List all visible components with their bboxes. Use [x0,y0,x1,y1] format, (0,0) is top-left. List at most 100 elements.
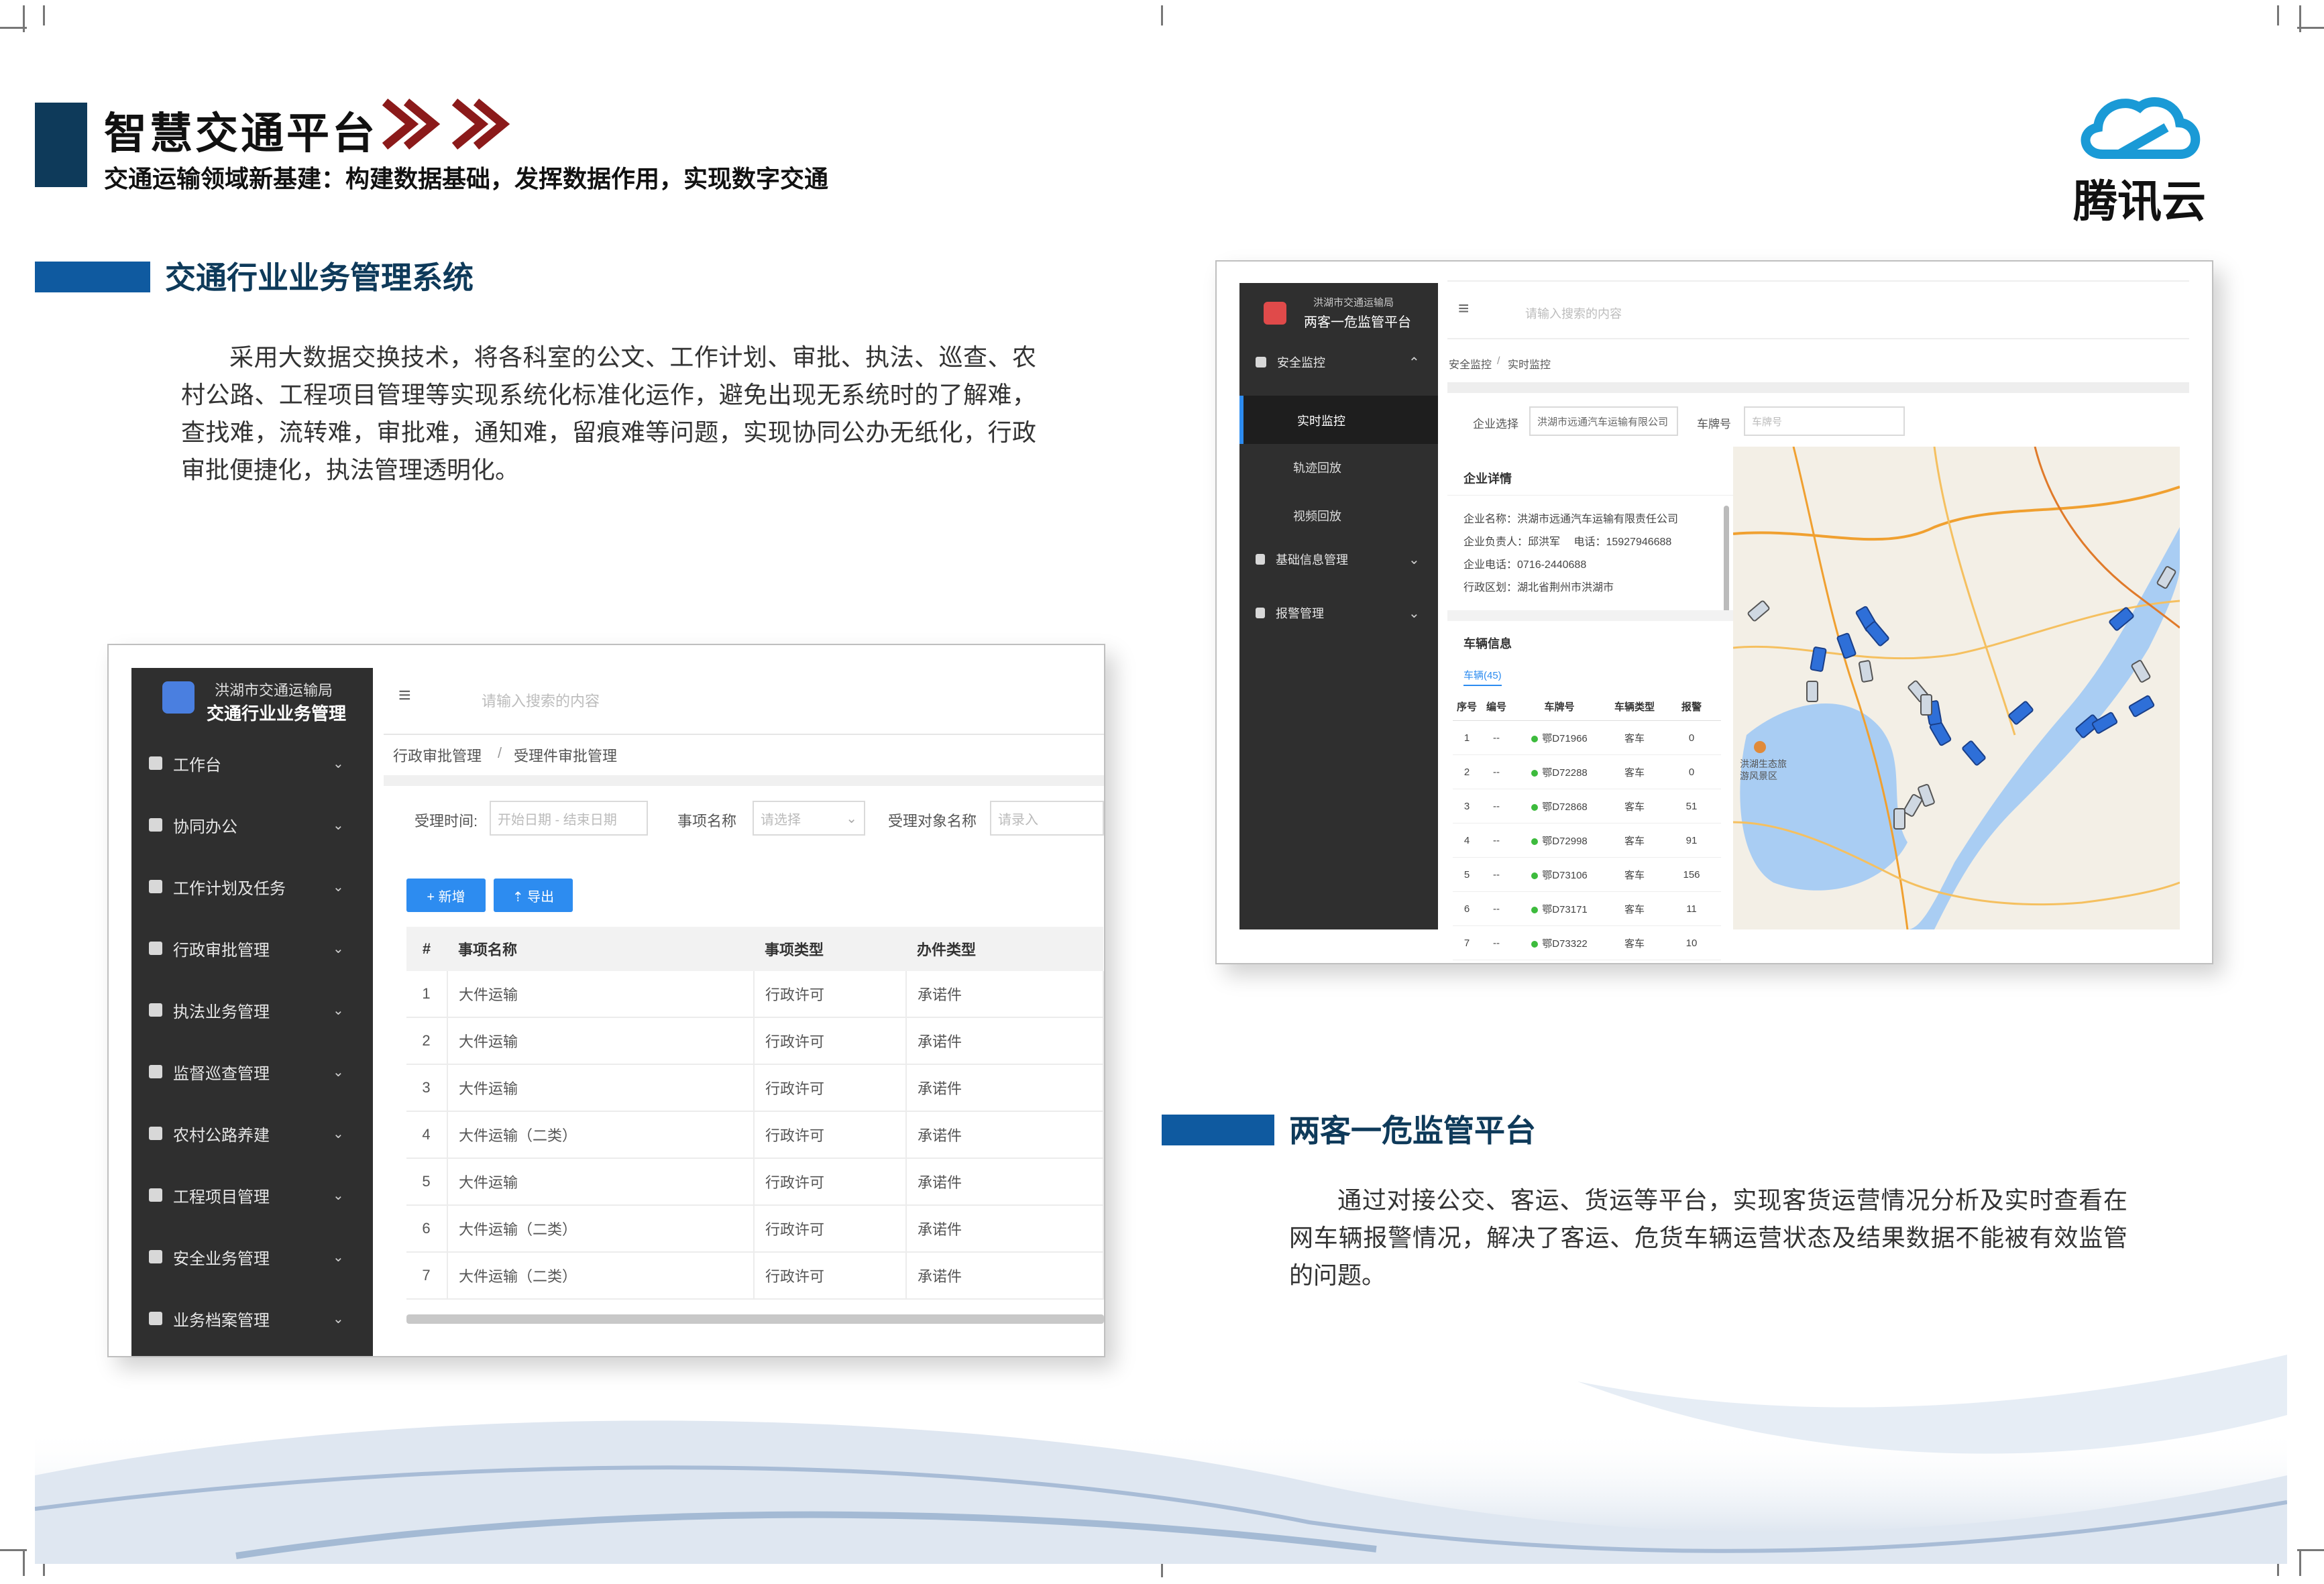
sidebar-item[interactable]: 工作计划及任务 ⌄ [131,866,373,907]
section-title-monitoring-platform: 两客一危监管平台 [1289,1113,1536,1148]
chevron-down-icon: ⌄ [333,1188,344,1203]
date-range-input[interactable]: 开始日期 - 结束日期 [490,801,648,836]
chevron-down-icon: ⌄ [333,756,344,771]
table-row[interactable]: 2 -- 鄂D72288 客车 0 [1453,754,1721,789]
target-input[interactable]: 请录入 [990,801,1104,836]
search-input[interactable]: 请输入搜索的内容 [482,689,600,711]
vertical-scrollbar[interactable] [1724,506,1729,616]
table-row[interactable]: 3 -- 鄂D72868 客车 51 [1453,789,1721,824]
table-cell: 鄂D72868 [1512,789,1607,824]
vehicle-map[interactable]: 洪湖生态旅游风景区 [1733,447,2180,929]
menu-label: 基础信息管理 [1276,553,1348,567]
tab-vehicles[interactable]: 车辆(45) [1463,668,1502,686]
vehicle-table: 序号 编号 车牌号 车辆类型 报警 1 -- 鄂D71966 客车 0 2 -- 鄂D7228… [1453,692,1721,960]
hamburger-menu-icon[interactable]: ≡ [1458,298,1469,319]
column-header: 序号 [1453,692,1481,721]
table-cell: 行政许可 [754,1158,907,1206]
menu-item-realtime-active[interactable]: 实时监控 [1239,396,1438,444]
table-row[interactable]: 3 大件运输 行政许可 承诺件 [406,1064,1104,1112]
divider [1447,382,2189,393]
shield-icon [1256,357,1266,367]
sidebar-item[interactable]: 行政审批管理 ⌄ [131,928,373,968]
company-select[interactable]: 洪湖市远通汽车运输有限公司 [1529,406,1678,436]
sidebar-item[interactable]: 协同办公 ⌄ [131,805,373,845]
table-cell: 客车 [1607,823,1662,858]
breadcrumb-item[interactable]: 行政审批管理 [393,744,482,766]
chevron-down-icon: ⌄ [1408,552,1420,567]
menu-item-video-replay[interactable]: 视频回放 [1293,507,1341,524]
table-header: # 事项名称 事项类型 办件类型 [406,927,1103,971]
divider [1447,338,2189,339]
horizontal-scrollbar[interactable] [406,1314,1104,1324]
table-row[interactable]: 4 -- 鄂D72998 客车 91 [1453,823,1721,858]
table-cell: 大件运输 [447,1017,755,1065]
sidebar-item-label: 工作计划及任务 [173,879,286,898]
table-cell: 行政许可 [754,1111,907,1159]
breadcrumb-item[interactable]: 安全监控 [1449,355,1492,372]
sidebar-item[interactable]: 工程项目管理 ⌄ [131,1175,373,1215]
table-row[interactable]: 4 大件运输（二类） 行政许可 承诺件 [406,1111,1104,1159]
table-cell: 0 [1662,754,1721,789]
chevron-down-icon: ⌄ [333,817,344,833]
table-cell: 6 [1453,891,1481,926]
company-phone: 企业电话：0716-2440688 [1463,559,1587,571]
section-bar [1162,1115,1274,1145]
sidebar-item-label: 工作台 [173,756,221,775]
plate-input[interactable]: 车牌号 [1744,406,1905,436]
menu-group-basic-info[interactable]: 基础信息管理 ⌄ [1239,539,1438,579]
info-panel: 企业详情 企业名称：洪湖市远通汽车运输有限责任公司 企业负责人：邱洪军 电话：1… [1447,456,1733,960]
table-cell: 承诺件 [906,1017,1104,1065]
column-header: 办件类型 [906,927,1103,971]
app-name: 两客一危监管平台 [1304,315,1411,330]
company-label: 企业选择 [1473,418,1518,431]
breadcrumb-item-current: 受理件审批管理 [514,748,618,765]
table-cell: 客车 [1607,857,1662,892]
table-row[interactable]: 7 -- 鄂D73322 客车 10 [1453,925,1721,960]
menu-group-alarm[interactable]: 报警管理 ⌄ [1239,593,1438,633]
table-cell: 行政许可 [754,971,907,1018]
app-logo-icon [1264,302,1286,325]
menu-item-track-replay[interactable]: 轨迹回放 [1293,459,1341,476]
sidebar: 洪湖市交通运输局 两客一危监管平台 安全监控 ⌃ 实时监控 轨迹回放 视频回放 … [1239,283,1438,929]
menu-icon [149,756,162,770]
item-select[interactable]: 请选择 ⌄ [753,801,865,836]
table-row[interactable]: 1 大件运输 行政许可 承诺件 [406,971,1104,1018]
table-cell: 客车 [1607,925,1662,960]
sidebar-item[interactable]: 监督巡查管理 ⌄ [131,1052,373,1092]
menu-group-safety[interactable]: 安全监控 ⌃ [1239,342,1438,382]
add-button[interactable]: + 新增 [406,879,486,912]
sidebar-item[interactable]: 业务档案管理 ⌄ [131,1298,373,1339]
sidebar-item-label: 执法业务管理 [173,1003,270,1021]
table-row[interactable]: 2 大件运输 行政许可 承诺件 [406,1017,1104,1065]
breadcrumb: 行政审批管理 / 受理件审批管理 [384,734,1104,774]
status-dot-icon [1531,940,1539,948]
app-logo-icon [162,681,195,714]
table-row[interactable]: 5 -- 鄂D73106 客车 156 [1453,857,1721,892]
table-row[interactable]: 1 -- 鄂D71966 客车 0 [1453,720,1721,755]
status-dot-icon [1531,803,1539,811]
sidebar-item[interactable]: 安全业务管理 ⌄ [131,1237,373,1277]
sidebar-item[interactable]: 执法业务管理 ⌄ [131,990,373,1030]
table-cell: 行政许可 [754,1252,907,1300]
chevron-up-icon: ⌃ [1408,355,1420,370]
table-row[interactable]: 6 -- 鄂D73171 客车 11 [1453,891,1721,926]
status-dot-icon [1531,906,1539,913]
export-button[interactable]: ⇡ 导出 [494,879,573,912]
sidebar-item[interactable]: 农村公路养建 ⌄ [131,1113,373,1153]
chevron-down-icon: ⌄ [333,1249,344,1265]
crop-mark [2297,27,2324,29]
table-cell: 鄂D72288 [1512,754,1607,789]
table-row[interactable]: 7 大件运输（二类） 行政许可 承诺件 [406,1252,1104,1300]
table-row[interactable]: 6 大件运输（二类） 行政许可 承诺件 [406,1205,1104,1253]
sidebar-item[interactable]: 工作台 ⌄ [131,743,373,783]
chevron-down-icon: ⌄ [846,811,857,826]
hamburger-menu-icon[interactable]: ≡ [398,683,411,708]
target-filter-label: 受理对象名称 [888,813,977,830]
search-input[interactable]: 请输入搜索的内容 [1525,304,1622,322]
chevron-down-icon: ⌄ [333,1126,344,1141]
menu-icon [149,1065,162,1078]
menu-icon [149,942,162,955]
table-cell: 11 [1662,891,1721,926]
table-cell: 1 [1453,720,1481,755]
table-row[interactable]: 5 大件运输 行政许可 承诺件 [406,1158,1104,1206]
